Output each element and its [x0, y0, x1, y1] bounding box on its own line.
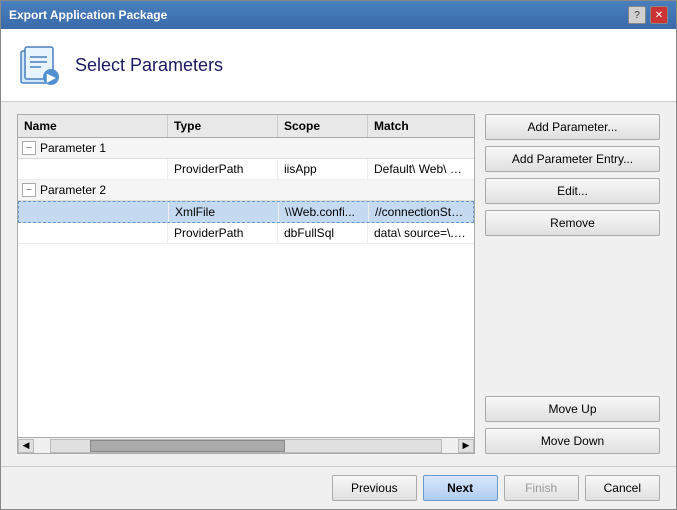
scroll-left-arrow[interactable]: ◀ — [18, 439, 34, 453]
add-parameter-button[interactable]: Add Parameter... — [485, 114, 660, 140]
button-spacer — [485, 242, 660, 390]
title-bar: Export Application Package ? ✕ — [1, 1, 676, 29]
cell-scope: iisApp — [278, 159, 368, 179]
previous-button[interactable]: Previous — [332, 475, 417, 501]
svg-text:▶: ▶ — [46, 72, 56, 84]
app-icon: ▶ — [17, 43, 61, 87]
cell-scope: \\Web.confi... — [279, 202, 369, 222]
edit-button[interactable]: Edit... — [485, 178, 660, 204]
cell-name — [18, 223, 168, 243]
cell-type: ProviderPath — [168, 159, 278, 179]
cell-match: data\ source=\.\\SQ — [368, 223, 474, 243]
move-up-button[interactable]: Move Up — [485, 396, 660, 422]
cell-type: XmlFile — [169, 202, 279, 222]
col-scope: Scope — [278, 115, 368, 137]
expand-icon[interactable]: − — [22, 141, 36, 155]
col-match: Match — [368, 115, 474, 137]
title-bar-controls: ? ✕ — [628, 6, 668, 24]
group-row[interactable]: − Parameter 1 — [18, 138, 474, 159]
help-button[interactable]: ? — [628, 6, 646, 24]
cell-match: //connectionStrings — [369, 202, 473, 222]
parameters-table: Name Type Scope Match − Parameter 1 Prov… — [17, 114, 475, 454]
header: ▶ Select Parameters — [1, 29, 676, 102]
table-row[interactable]: ProviderPath dbFullSql data\ source=\.\\… — [18, 223, 474, 244]
finish-button[interactable]: Finish — [504, 475, 579, 501]
main-content: Name Type Scope Match − Parameter 1 Prov… — [1, 102, 676, 466]
add-parameter-entry-button[interactable]: Add Parameter Entry... — [485, 146, 660, 172]
horizontal-scrollbar[interactable]: ◀ ▶ — [18, 437, 474, 453]
window-title: Export Application Package — [9, 8, 167, 22]
group-name: Parameter 1 — [40, 141, 106, 155]
page-title: Select Parameters — [75, 55, 223, 76]
table-row[interactable]: XmlFile \\Web.confi... //connectionStrin… — [18, 201, 474, 223]
group-row[interactable]: − Parameter 2 — [18, 180, 474, 201]
footer: Previous Next Finish Cancel — [1, 466, 676, 509]
scroll-right-arrow[interactable]: ▶ — [458, 439, 474, 453]
move-down-button[interactable]: Move Down — [485, 428, 660, 454]
col-name: Name — [18, 115, 168, 137]
close-button[interactable]: ✕ — [650, 6, 668, 24]
table-row[interactable]: ProviderPath iisApp Default\ Web\ Site/M — [18, 159, 474, 180]
cell-name — [19, 202, 169, 222]
remove-button[interactable]: Remove — [485, 210, 660, 236]
main-window: Export Application Package ? ✕ ▶ Select … — [0, 0, 677, 510]
scrollbar-track[interactable] — [50, 439, 442, 453]
cell-name — [18, 159, 168, 179]
scrollbar-thumb[interactable] — [90, 440, 285, 452]
cell-scope: dbFullSql — [278, 223, 368, 243]
expand-icon[interactable]: − — [22, 183, 36, 197]
table-header: Name Type Scope Match — [18, 115, 474, 138]
cell-match: Default\ Web\ Site/M — [368, 159, 474, 179]
table-body[interactable]: − Parameter 1 ProviderPath iisApp Defaul… — [18, 138, 474, 437]
col-type: Type — [168, 115, 278, 137]
cancel-button[interactable]: Cancel — [585, 475, 660, 501]
cell-type: ProviderPath — [168, 223, 278, 243]
next-button[interactable]: Next — [423, 475, 498, 501]
action-buttons: Add Parameter... Add Parameter Entry... … — [485, 114, 660, 454]
group-name: Parameter 2 — [40, 183, 106, 197]
